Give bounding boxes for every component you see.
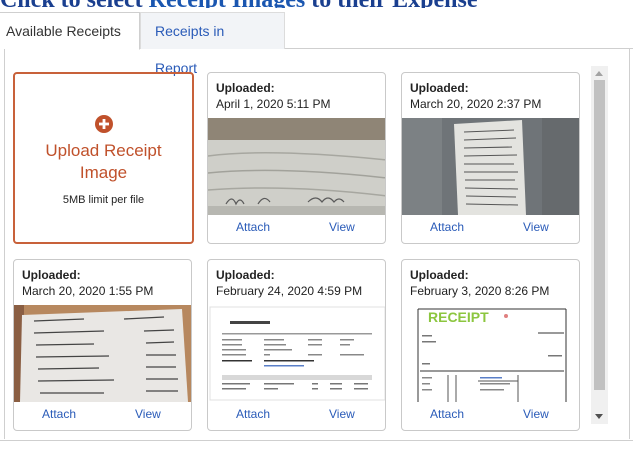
receipt-photo-image: [208, 118, 385, 215]
vertical-scrollbar[interactable]: [591, 66, 608, 424]
receipt-thumbnail[interactable]: [402, 118, 579, 215]
uploaded-label: Uploaded:: [410, 81, 469, 95]
attach-link[interactable]: Attach: [42, 407, 76, 421]
attach-link[interactable]: Attach: [236, 220, 270, 234]
receipt-card: Uploaded: February 24, 2020 4:59 PM Atta…: [207, 259, 386, 431]
view-link[interactable]: View: [329, 407, 355, 421]
upload-receipt-button[interactable]: Upload Receipt Image 5MB limit per file: [13, 72, 194, 244]
receipt-thumbnail[interactable]: [208, 118, 385, 215]
receipt-thumbnail[interactable]: [14, 305, 191, 402]
upload-label: Upload Receipt Image: [45, 141, 162, 182]
heading-part1: Click to select: [0, 0, 149, 8]
scrollbar-thumb[interactable]: [594, 80, 605, 390]
page-heading: Click to select Receipt Images to their …: [0, 0, 633, 8]
view-link[interactable]: View: [523, 407, 549, 421]
view-link[interactable]: View: [329, 220, 355, 234]
divider: [0, 440, 633, 441]
upload-limit-text: 5MB limit per file: [62, 194, 145, 206]
plus-circle-icon: [95, 115, 113, 133]
attach-link[interactable]: Attach: [430, 407, 464, 421]
attach-link[interactable]: Attach: [430, 220, 464, 234]
uploaded-label: Uploaded:: [216, 81, 275, 95]
uploaded-date: March 20, 2020 1:55 PM: [22, 284, 154, 298]
heading-part2: Receipt Images: [149, 0, 306, 8]
tab-receipts-in-report[interactable]: Receipts in Report: [140, 12, 285, 76]
receipt-photo-image: [14, 305, 191, 402]
scroll-up-arrow-icon[interactable]: [595, 71, 603, 76]
receipt-title-text: RECEIPT: [428, 309, 489, 325]
uploaded-label: Uploaded:: [22, 268, 81, 282]
tab-bar: Available Receipts Receipts in Report: [0, 10, 633, 76]
receipt-card: Uploaded: March 20, 2020 1:55 PM Attach …: [13, 259, 192, 431]
receipt-thumbnail[interactable]: [208, 305, 385, 402]
attach-link[interactable]: Attach: [236, 407, 270, 421]
uploaded-label: Uploaded:: [410, 268, 469, 282]
uploaded-date: February 24, 2020 4:59 PM: [216, 284, 363, 298]
receipt-card: Uploaded: April 1, 2020 5:11 PM Attach V…: [207, 72, 386, 244]
uploaded-date: April 1, 2020 5:11 PM: [216, 97, 331, 111]
receipt-card: Uploaded: February 3, 2020 8:26 PM RECEI…: [401, 259, 580, 431]
uploaded-date: March 20, 2020 2:37 PM: [410, 97, 542, 111]
receipt-document-image: [208, 305, 385, 402]
scroll-down-arrow-icon[interactable]: [595, 414, 603, 419]
view-link[interactable]: View: [135, 407, 161, 421]
tab-available-receipts[interactable]: Available Receipts: [0, 12, 140, 50]
receipt-card: Uploaded: March 20, 2020 2:37 PM Attach …: [401, 72, 580, 244]
receipt-document-image: RECEIPT: [402, 305, 579, 402]
view-link[interactable]: View: [523, 220, 549, 234]
heading-part3: to their Expense: [305, 0, 477, 8]
receipt-photo-image: [402, 118, 579, 215]
uploaded-date: February 3, 2020 8:26 PM: [410, 284, 550, 298]
uploaded-label: Uploaded:: [216, 268, 275, 282]
receipt-thumbnail[interactable]: RECEIPT: [402, 305, 579, 402]
